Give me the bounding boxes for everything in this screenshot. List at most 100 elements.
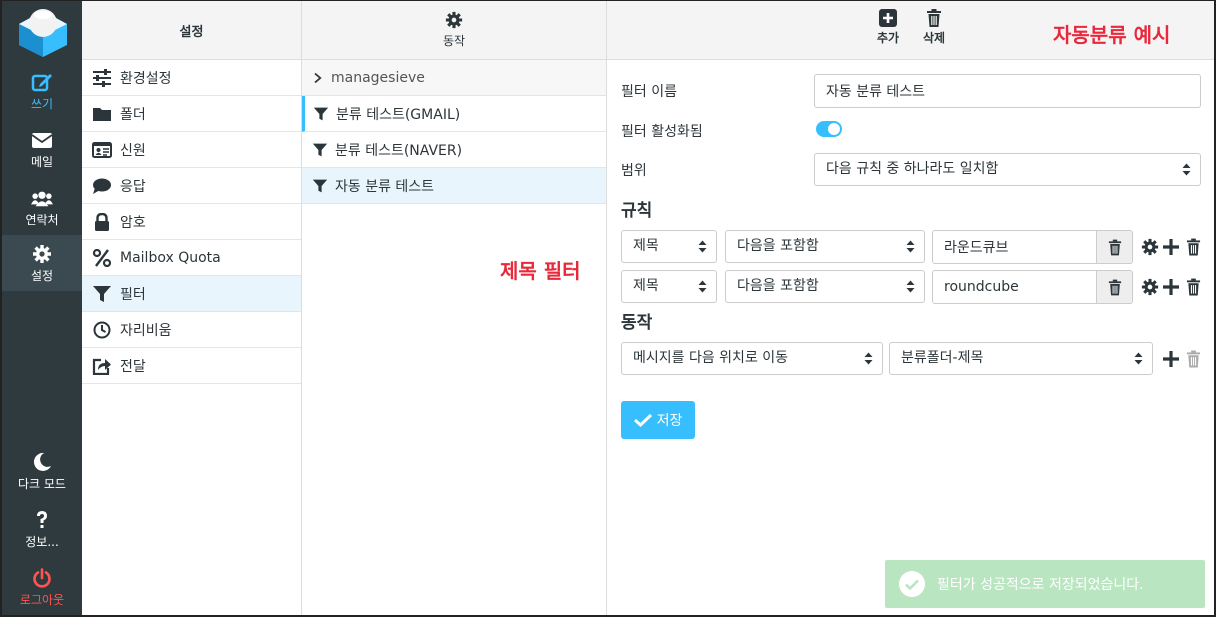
rule-advanced-button[interactable] bbox=[1140, 237, 1160, 257]
rule-header-select[interactable]: 제목 bbox=[621, 270, 717, 303]
clock-icon bbox=[93, 321, 111, 338]
rule-header-value: 제목 bbox=[633, 238, 659, 254]
select-arrows-icon bbox=[906, 280, 915, 293]
rule-clear-button[interactable] bbox=[1097, 270, 1133, 304]
filter-enabled-label: 필터 활성화됨 bbox=[621, 124, 703, 140]
filter-name-input[interactable] bbox=[814, 74, 1201, 108]
settings-item-folders[interactable]: 폴더 bbox=[82, 96, 301, 132]
add-filter-button[interactable]: 추가 bbox=[866, 9, 910, 46]
nav-contacts-label: 연락처 bbox=[25, 213, 59, 227]
trash-icon bbox=[1108, 279, 1121, 295]
nav-mail-label: 메일 bbox=[30, 155, 54, 169]
rule-header-select[interactable]: 제목 bbox=[621, 230, 717, 263]
nav-compose-label: 쓰기 bbox=[30, 97, 54, 111]
action-add-button[interactable] bbox=[1161, 349, 1181, 369]
chevron-right-icon bbox=[314, 72, 322, 83]
rule-operator-value: 다음을 포함함 bbox=[737, 238, 819, 254]
settings-item-responses[interactable]: 응답 bbox=[82, 168, 301, 204]
gear-icon bbox=[445, 11, 463, 29]
settings-list-title: 설정 bbox=[179, 24, 204, 40]
save-button[interactable]: 저장 bbox=[621, 401, 695, 439]
filter-icon bbox=[312, 179, 328, 192]
settings-item-forward[interactable]: 전달 bbox=[82, 348, 301, 384]
envelope-icon bbox=[31, 133, 53, 148]
settings-item-label: 신원 bbox=[120, 142, 146, 159]
nav-dark-mode-label: 다크 모드 bbox=[18, 477, 66, 491]
nav-logout[interactable]: 로그아웃 bbox=[2, 559, 82, 615]
scope-select-value: 다음 규칙 중 하나라도 일치함 bbox=[826, 161, 999, 177]
nav-dark-mode[interactable]: 다크 모드 bbox=[2, 443, 82, 499]
filter-list-panel: 동작 managesieve 분류 테스트(GMAIL) 분류 테스트(NAVE… bbox=[302, 1, 607, 615]
plus-square-icon bbox=[879, 9, 897, 27]
rule-clear-button[interactable] bbox=[1097, 230, 1133, 264]
add-filter-label: 추가 bbox=[876, 31, 900, 45]
rule-add-button[interactable] bbox=[1161, 237, 1181, 257]
rule-advanced-button[interactable] bbox=[1140, 277, 1160, 297]
action-target-select[interactable]: 분류폴더-제목 bbox=[889, 342, 1153, 375]
filter-actions-menu[interactable]: 동작 bbox=[443, 11, 465, 49]
rule-add-button[interactable] bbox=[1161, 277, 1181, 297]
toast-message: 필터가 성공적으로 저장되었습니다. bbox=[937, 577, 1144, 593]
filter-edit-panel: 추가 삭제 자동분류 예시 필터 이름 필터 활성화됨 범위 다음 규칙 중 하… bbox=[607, 1, 1214, 615]
filter-icon bbox=[312, 143, 328, 156]
content-toolbar: 추가 삭제 자동분류 예시 bbox=[607, 1, 1214, 60]
filter-item[interactable]: 분류 테스트(NAVER) bbox=[302, 132, 606, 168]
settings-item-password[interactable]: 암호 bbox=[82, 204, 301, 240]
nav-settings[interactable]: 설정 bbox=[2, 235, 82, 291]
filter-set-group-label: managesieve bbox=[331, 69, 425, 86]
trash-icon bbox=[1186, 238, 1200, 256]
settings-item-mailbox-quota[interactable]: Mailbox Quota bbox=[82, 240, 301, 276]
power-icon bbox=[33, 568, 51, 588]
scope-select[interactable]: 다음 규칙 중 하나라도 일치함 bbox=[814, 153, 1201, 186]
filter-icon bbox=[93, 285, 111, 302]
rule-value-input[interactable] bbox=[932, 270, 1097, 304]
settings-item-identities[interactable]: 신원 bbox=[82, 132, 301, 168]
rule-delete-button[interactable] bbox=[1183, 277, 1203, 297]
filter-item-label: 분류 테스트(NAVER) bbox=[335, 142, 463, 159]
settings-item-label: 암호 bbox=[120, 214, 146, 231]
main-nav: 쓰기 메일 연락처 설정 다크 모드 정보... 로그아웃 bbox=[2, 1, 82, 615]
rule-delete-button[interactable] bbox=[1183, 237, 1203, 257]
forward-icon bbox=[92, 358, 111, 375]
nav-contacts[interactable]: 연락처 bbox=[2, 179, 82, 235]
settings-item-label: 전달 bbox=[120, 358, 146, 375]
filter-set-group[interactable]: managesieve bbox=[302, 60, 606, 96]
nav-logout-label: 로그아웃 bbox=[19, 593, 65, 607]
filter-icon bbox=[313, 107, 329, 120]
rule-header-value: 제목 bbox=[633, 278, 659, 294]
filter-item-selected[interactable]: 자동 분류 테스트 bbox=[302, 168, 606, 204]
rules-heading: 규칙 bbox=[621, 201, 653, 221]
rule-value-input[interactable] bbox=[932, 230, 1097, 264]
action-type-select[interactable]: 메시지를 다음 위치로 이동 bbox=[621, 342, 883, 375]
success-toast[interactable]: 필터가 성공적으로 저장되었습니다. bbox=[885, 560, 1205, 608]
nav-mail[interactable]: 메일 bbox=[2, 121, 82, 177]
rule-operator-select[interactable]: 다음을 포함함 bbox=[725, 230, 925, 263]
action-delete-button[interactable] bbox=[1183, 349, 1203, 369]
gear-icon bbox=[1141, 238, 1159, 256]
filter-enabled-toggle[interactable] bbox=[816, 121, 842, 137]
delete-filter-button[interactable]: 삭제 bbox=[912, 9, 956, 46]
moon-icon bbox=[33, 452, 51, 471]
action-type-value: 메시지를 다음 위치로 이동 bbox=[633, 350, 789, 366]
rule-operator-select[interactable]: 다음을 포함함 bbox=[725, 270, 925, 303]
settings-item-label: 폴더 bbox=[120, 106, 146, 123]
trash-icon bbox=[927, 9, 941, 27]
action-target-value: 분류폴더-제목 bbox=[901, 350, 984, 366]
rule-operator-value: 다음을 포함함 bbox=[737, 278, 819, 294]
nav-about[interactable]: 정보... bbox=[2, 501, 82, 557]
settings-list-header: 설정 bbox=[82, 1, 301, 60]
filter-item-label: 자동 분류 테스트 bbox=[335, 178, 435, 195]
users-icon bbox=[31, 191, 53, 207]
nav-about-label: 정보... bbox=[25, 535, 59, 549]
filter-item-label: 분류 테스트(GMAIL) bbox=[336, 106, 461, 123]
id-card-icon bbox=[92, 141, 112, 158]
nav-compose[interactable]: 쓰기 bbox=[2, 63, 82, 119]
compose-icon bbox=[31, 74, 52, 92]
settings-item-filters[interactable]: 필터 bbox=[82, 276, 301, 312]
check-icon bbox=[633, 413, 652, 427]
settings-item-preferences[interactable]: 환경설정 bbox=[82, 60, 301, 96]
settings-item-label: 환경설정 bbox=[120, 70, 172, 87]
settings-item-vacation[interactable]: 자리비움 bbox=[82, 312, 301, 348]
filter-item[interactable]: 분류 테스트(GMAIL) bbox=[302, 96, 606, 132]
select-arrows-icon bbox=[906, 240, 915, 253]
